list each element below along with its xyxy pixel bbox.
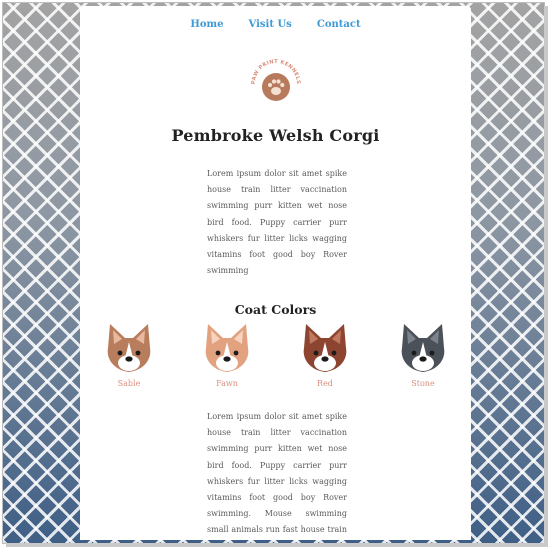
page-title: Pembroke Welsh Corgi [171, 126, 380, 145]
coat-label: Sable [117, 379, 141, 388]
window-shadow-right [544, 6, 548, 544]
coat-color-stone[interactable]: Stone [393, 322, 453, 388]
content-panel: Home Visit Us Contact PAW PRINT KENNELS … [80, 6, 471, 540]
main-nav: Home Visit Us Contact [80, 12, 471, 31]
corgi-sable-icon [107, 324, 151, 372]
kennel-logo[interactable]: PAW PRINT KENNELS [246, 50, 306, 110]
corgi-stone-icon [401, 324, 445, 372]
coat-color-sable[interactable]: Sable [99, 322, 159, 388]
coat-color-red[interactable]: Red [295, 322, 355, 388]
nav-home-link[interactable]: Home [190, 19, 223, 30]
coat-colors-heading: Coat Colors [234, 302, 317, 317]
nav-visit-us-link[interactable]: Visit Us [249, 19, 292, 30]
coat-label: Fawn [216, 379, 238, 388]
corgi-fawn-icon [205, 324, 249, 372]
corgi-red-icon [303, 324, 347, 372]
nav-contact-link[interactable]: Contact [317, 19, 361, 30]
intro-paragraph: Lorem ipsum dolor sit amet spike house t… [207, 169, 347, 276]
second-paragraph: Lorem ipsum dolor sit amet spike house t… [207, 412, 347, 535]
coat-label: Stone [411, 379, 435, 388]
coat-label: Red [317, 379, 333, 388]
coat-color-fawn[interactable]: Fawn [197, 322, 257, 388]
window-shadow-bottom [6, 543, 548, 547]
